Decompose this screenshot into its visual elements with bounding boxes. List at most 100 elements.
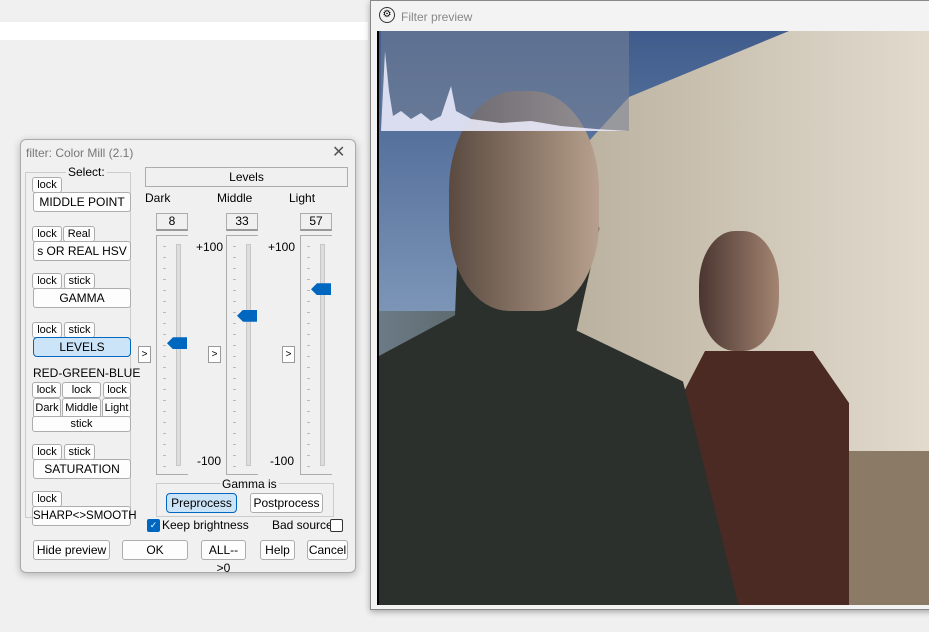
slider-tick	[233, 422, 236, 423]
lock-button[interactable]: lock	[32, 273, 62, 289]
slider-tick	[163, 455, 166, 456]
slider-thumb[interactable]	[311, 283, 331, 296]
lock-button[interactable]: lock	[62, 382, 101, 398]
slider-tick	[307, 433, 310, 434]
slider-tick	[233, 433, 236, 434]
lock-button[interactable]: lock	[32, 322, 62, 338]
slider-tick	[233, 334, 236, 335]
stick-button[interactable]: stick	[64, 444, 95, 460]
slider-tick	[307, 345, 310, 346]
lock-button[interactable]: lock	[32, 491, 62, 507]
slider-arrow-button[interactable]: >	[208, 346, 221, 363]
slider-thumb[interactable]	[167, 337, 187, 350]
slider-tick	[307, 279, 310, 280]
slider-tick	[307, 246, 310, 247]
slider-tick	[163, 268, 166, 269]
slider-tick	[307, 411, 310, 412]
light-label: Light	[289, 191, 316, 205]
postprocess-button[interactable]: Postprocess	[250, 493, 323, 513]
slider-tick	[163, 356, 166, 357]
slider-thumb[interactable]	[237, 309, 257, 322]
slider-value-light: 57	[300, 213, 332, 231]
slider-value-dark: 8	[156, 213, 188, 231]
lock-button[interactable]: lock	[32, 444, 62, 460]
slider-tick	[307, 367, 310, 368]
close-icon[interactable]: ✕	[332, 142, 345, 162]
slider-tick	[307, 301, 310, 302]
stick-button[interactable]: stick	[64, 273, 95, 289]
rgb-dark-button[interactable]: Dark	[33, 398, 61, 418]
levels-button[interactable]: LEVELS	[33, 337, 131, 357]
lock-button[interactable]: lock	[32, 382, 61, 398]
slider-middle[interactable]	[226, 235, 258, 475]
slider-tick	[163, 466, 166, 467]
slider-tick	[233, 257, 236, 258]
slider-tick	[163, 345, 166, 346]
scale-min-label: -100	[197, 454, 222, 468]
lock-button[interactable]: lock	[32, 177, 62, 193]
slider-tick	[307, 323, 310, 324]
slider-tick	[163, 301, 166, 302]
keep-brightness-checkbox[interactable]: ✓	[147, 519, 160, 532]
rgb-light-button[interactable]: Light	[102, 398, 131, 418]
preprocess-button[interactable]: Preprocess	[166, 493, 237, 513]
saturation-button[interactable]: SATURATION	[33, 459, 131, 479]
slider-arrow-button[interactable]: >	[282, 346, 295, 363]
sharp-smooth-button[interactable]: SHARP<>SMOOTH	[32, 506, 137, 526]
slider-tick	[233, 378, 236, 379]
slider-tick	[163, 400, 166, 401]
slider-tick	[233, 400, 236, 401]
slider-tick	[233, 455, 236, 456]
slider-value-middle: 33	[226, 213, 258, 231]
slider-tick	[233, 345, 236, 346]
all-zero-button[interactable]: ALL-->0	[201, 540, 246, 575]
slider-tick	[163, 279, 166, 280]
scale-max-label: +100	[268, 240, 296, 254]
slider-dark[interactable]	[156, 235, 188, 475]
image-face-2	[699, 231, 779, 351]
slider-tick	[307, 290, 310, 291]
scale-max-label: +100	[196, 240, 224, 254]
slider-tick	[233, 389, 236, 390]
hsv-button[interactable]: s OR REAL HSV	[33, 241, 131, 261]
slider-tick	[233, 279, 236, 280]
hide-preview-button[interactable]: Hide preview	[33, 540, 110, 560]
slider-tick	[233, 367, 236, 368]
slider-tick	[233, 301, 236, 302]
lock-button[interactable]: lock	[32, 226, 62, 242]
cancel-button[interactable]: Cancel	[307, 540, 348, 560]
help-button[interactable]: Help	[260, 540, 295, 560]
real-button[interactable]: Real	[63, 226, 95, 242]
middle-point-button[interactable]: MIDDLE POINT	[33, 192, 131, 212]
slider-tick	[307, 334, 310, 335]
slider-tick	[307, 389, 310, 390]
filter-preview-window: ⚙ Filter preview	[370, 0, 929, 610]
middle-label: Middle	[217, 191, 253, 205]
slider-tick	[233, 268, 236, 269]
slider-tick	[307, 455, 310, 456]
slider-light[interactable]	[300, 235, 332, 475]
rgb-middle-button[interactable]: Middle	[62, 398, 101, 418]
slider-track	[320, 244, 325, 466]
gamma-button[interactable]: GAMMA	[33, 288, 131, 308]
stick-button[interactable]: stick	[32, 416, 131, 432]
select-label: Select:	[66, 165, 107, 179]
slider-tick	[233, 444, 236, 445]
color-mill-dialog: filter: Color Mill (2.1) ✕ Select: lock …	[20, 139, 356, 575]
slider-tick	[163, 444, 166, 445]
preview-title: Filter preview	[401, 10, 473, 24]
section-title: Levels	[145, 167, 348, 187]
slider-tick	[233, 356, 236, 357]
stick-button[interactable]: stick	[64, 322, 95, 338]
slider-tick	[307, 257, 310, 258]
bad-source-checkbox[interactable]	[330, 519, 343, 532]
slider-tick	[307, 268, 310, 269]
slider-tick	[163, 433, 166, 434]
gear-icon: ⚙	[379, 7, 395, 23]
dialog-title: filter: Color Mill (2.1)	[26, 146, 134, 160]
slider-arrow-button[interactable]: >	[138, 346, 151, 363]
lock-button[interactable]: lock	[103, 382, 131, 398]
ok-button[interactable]: OK	[122, 540, 188, 560]
slider-tick	[163, 246, 166, 247]
slider-tick	[163, 389, 166, 390]
